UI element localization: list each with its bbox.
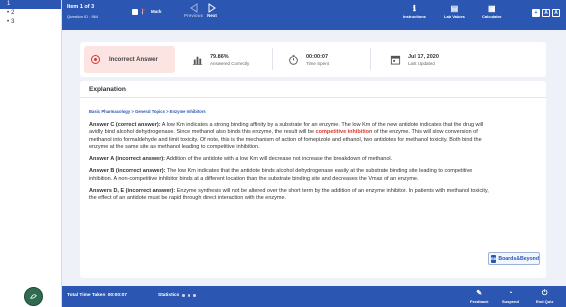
explanation-title: Explanation (80, 81, 546, 98)
question-number: 1 (7, 1, 11, 7)
next-label: Next (207, 13, 217, 18)
edit-icon: ✎ (476, 290, 483, 297)
lab-values-icon: ▤ (450, 4, 459, 13)
divider (272, 48, 273, 70)
font-size-button[interactable]: A (542, 9, 550, 17)
answer-c-lead: Answer C (correct answer): (89, 122, 161, 128)
highlighted-term: competitive inhibition (315, 129, 373, 136)
question-id: Question ID : 964 (67, 14, 99, 19)
question-list-item-3[interactable]: • 3 (0, 18, 61, 27)
breadcrumb[interactable]: Basic Pharmacology > General Topics > En… (89, 109, 206, 114)
flag-icon (142, 8, 147, 15)
dot-icon (182, 294, 185, 297)
explanation-body: Answer C (correct answer): A low Km indi… (89, 122, 489, 208)
calculator-label: Calculator (482, 14, 502, 19)
lab-values-label: Lab Values (444, 14, 465, 19)
date-caption: Last Updated (408, 60, 435, 66)
date-value: Jul 17, 2020 (408, 53, 439, 60)
mark-checkbox[interactable] (132, 8, 138, 15)
explanation-panel: Explanation Basic Pharmacology > General… (80, 81, 546, 278)
feedback-button[interactable]: ✎ Feedback (470, 289, 488, 304)
divider (370, 48, 371, 70)
logo-icon (30, 294, 37, 299)
answer-c-paragraph: Answer C (correct answer): A low Km indi… (89, 122, 489, 151)
lab-values-button[interactable]: ▤ Lab Values (444, 3, 465, 19)
corner-panel (0, 286, 62, 307)
question-list: 1 • 2 • 3 (0, 0, 62, 286)
zoom-in-button[interactable]: + (532, 9, 540, 17)
main-content: Incorrect Answer 79.86% Answered Correct… (62, 30, 566, 286)
instructions-button[interactable]: ℹ Instructions (403, 3, 426, 19)
power-icon: ⏻ (541, 290, 548, 297)
logo-text: Boards&Beyond (498, 255, 539, 262)
feedback-label: Feedback (470, 299, 489, 304)
statistics-label: Statistics (158, 293, 180, 298)
answer-a-text: Addition of the antidote with a low Km w… (165, 156, 393, 163)
total-time: Total Time Taken 00:00:07 (67, 293, 127, 298)
mark-toggle[interactable]: Mark (132, 8, 162, 15)
font-size-button-large[interactable]: A (552, 9, 560, 17)
suspend-button[interactable]: ◔ Suspend (502, 289, 519, 304)
pause-icon: ◔ (508, 290, 513, 297)
logo-mark: BB (491, 254, 497, 263)
arrow-left-icon (189, 3, 197, 13)
question-list-item-2[interactable]: • 2 (0, 9, 61, 18)
info-icon: ℹ (412, 4, 416, 13)
statistics-toggle[interactable]: Statistics (158, 293, 196, 298)
stopwatch-icon (289, 54, 298, 65)
time-value: 00:00:07 (306, 53, 329, 60)
suspend-label: Suspend (502, 299, 519, 304)
question-number: 2 (11, 10, 15, 16)
bottom-toolbar: Total Time Taken 00:00:07 Statistics ✎ F… (62, 286, 566, 307)
mark-label: Mark (151, 9, 162, 14)
dot-icon (193, 294, 196, 297)
avatar[interactable] (24, 287, 43, 306)
question-number: 3 (11, 19, 15, 25)
percent-caption: Answered Correctly (210, 60, 250, 66)
calendar-icon (390, 55, 401, 65)
total-time-value: 00:00:07 (107, 293, 127, 298)
answer-a-lead: Answer A (incorrect answer): (89, 156, 166, 163)
font-size-controls: + A A (532, 9, 560, 17)
answer-de-lead: Answers D, E (incorrect answer): (89, 188, 176, 195)
dot-icon (187, 294, 191, 297)
date-stat: Jul 17, 2020 Last Updated (390, 42, 439, 77)
question-list-item-1[interactable]: 1 (0, 0, 61, 9)
calculator-button[interactable]: ▦ Calculator (482, 3, 502, 19)
stats-panel: Incorrect Answer 79.86% Answered Correct… (80, 42, 546, 77)
answer-a-paragraph: Answer A (incorrect answer): Addition of… (89, 156, 489, 163)
arrow-right-icon (208, 3, 216, 13)
next-button[interactable]: Next (207, 3, 217, 18)
bullet-icon: • (7, 19, 10, 25)
calculator-icon: ▦ (488, 4, 496, 13)
previous-label: Previous (184, 13, 204, 18)
bar-chart-icon (192, 56, 203, 65)
end-quiz-label: End Quiz (536, 299, 554, 304)
percent-value: 79.86% (210, 53, 229, 60)
incorrect-icon (91, 55, 100, 64)
result-label: Incorrect Answer (109, 56, 158, 63)
top-toolbar: Item 1 of 3 Question ID : 964 Mark Previ… (62, 0, 566, 30)
bullet-icon: • (7, 10, 10, 16)
item-counter: Item 1 of 3 (67, 4, 95, 10)
answer-b-paragraph: Answer B (incorrect answer): The low Km … (89, 168, 489, 183)
total-time-label: Total Time Taken (67, 293, 106, 298)
time-stat: 00:00:07 Time Spent (288, 42, 329, 77)
previous-button[interactable]: Previous (184, 3, 203, 18)
answer-b-lead: Answer B (incorrect answer): (89, 168, 166, 175)
instructions-label: Instructions (403, 14, 426, 19)
answer-de-paragraph: Answers D, E (incorrect answer): Enzyme … (89, 188, 489, 203)
time-caption: Time Spent (306, 60, 329, 66)
result-badge: Incorrect Answer (84, 46, 175, 73)
boards-and-beyond-logo[interactable]: BB Boards&Beyond (488, 252, 540, 265)
percent-stat: 79.86% Answered Correctly (192, 42, 249, 77)
end-quiz-button[interactable]: ⏻ End Quiz (536, 289, 553, 304)
